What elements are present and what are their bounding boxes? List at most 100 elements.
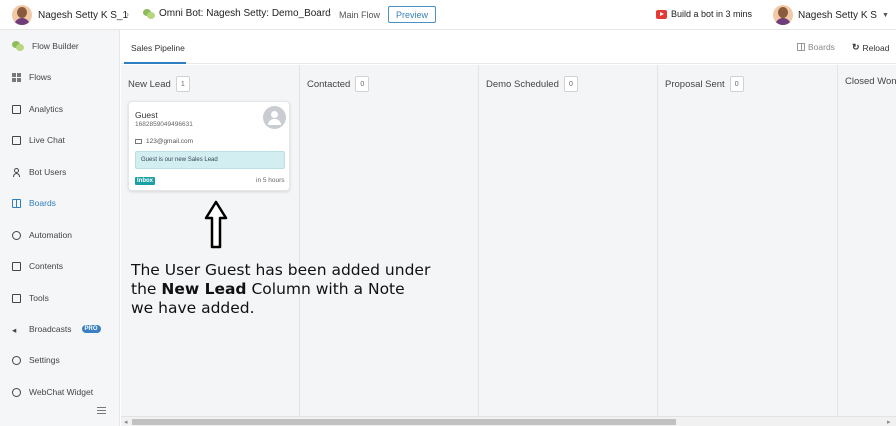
board-icon (797, 43, 805, 51)
email-icon (135, 139, 142, 144)
sidebar-item-bot-users[interactable]: Bot Users (12, 167, 66, 177)
card-email: 123@gmail.com (135, 138, 193, 145)
column-count: 0 (563, 76, 578, 92)
sidebar-item-label: Flow Builder (32, 41, 79, 51)
up-arrow-icon (204, 200, 228, 249)
column-closed-won: Closed Won (838, 65, 896, 416)
column-title: Contacted (307, 78, 351, 90)
analytics-icon (12, 104, 21, 114)
pro-badge: PRO (81, 325, 101, 333)
settings-icon (12, 355, 21, 365)
horizontal-scrollbar[interactable]: ◂ ▸ (121, 416, 896, 426)
tab-sales-pipeline[interactable]: Sales Pipeline (131, 43, 185, 53)
column-header: Closed Won (845, 76, 896, 87)
column-title: New Lead (128, 78, 171, 90)
sidebar-item-label: Broadcasts (29, 324, 72, 334)
automation-icon (12, 230, 21, 240)
kanban-board: New Lead 1 Guest 1682859049496631 123@gm… (121, 65, 896, 416)
breadcrumb-chevron-icon: › (328, 9, 331, 19)
webchat-icon (12, 387, 21, 397)
card-user-name: Guest (135, 110, 158, 120)
sidebar-item-tools[interactable]: Tools (12, 293, 49, 303)
bot-breadcrumb[interactable]: Omni Bot: Nagesh Setty: Demo_Board (143, 8, 331, 19)
boards-label: Boards (808, 42, 835, 52)
column-header: Contacted 0 (307, 76, 370, 92)
reload-button[interactable]: ↻ Reload (852, 42, 889, 53)
annotation-bold: New Lead (161, 280, 247, 298)
sidebar-item-contents[interactable]: Contents (12, 261, 63, 271)
sidebar-item-analytics[interactable]: Analytics (12, 104, 63, 114)
column-title: Proposal Sent (665, 78, 725, 90)
broadcast-icon: ◂ (12, 324, 17, 335)
grid-icon (12, 72, 21, 82)
sidebar-item-live-chat[interactable]: Live Chat (12, 135, 65, 145)
sidebar-item-label: Live Chat (29, 135, 65, 145)
profile-name: Nagesh Setty K S (798, 9, 877, 21)
column-header: New Lead 1 (128, 76, 190, 92)
top-bar: Nagesh Setty K S_1 › Omni Bot: Nagesh Se… (0, 0, 896, 30)
sidebar-item-label: Tools (29, 293, 49, 303)
scrollbar-thumb[interactable] (132, 419, 676, 425)
reload-icon: ↻ (852, 42, 860, 52)
column-header: Demo Scheduled 0 (486, 76, 578, 92)
caret-down-icon: ▼ (881, 11, 889, 19)
scroll-right-icon[interactable]: ▸ (887, 418, 891, 426)
boards-button[interactable]: Boards (797, 42, 835, 52)
sidebar-item-flows[interactable]: Flows (12, 72, 51, 82)
sidebar-item-webchat-widget[interactable]: WebChat Widget (12, 387, 93, 397)
user-icon (12, 167, 21, 177)
user-avatar-icon (263, 106, 286, 129)
sidebar-item-label: WebChat Widget (29, 387, 94, 397)
sidebar-item-label: Boards (29, 198, 56, 208)
bot-name: Omni Bot: Nagesh Setty: Demo_Board (159, 8, 331, 19)
board-icon (12, 198, 21, 208)
card-time: in 5 hours (256, 177, 285, 184)
sidebar-item-label: Flows (29, 72, 52, 82)
chat-bubbles-icon (12, 41, 24, 51)
column-count: 0 (729, 76, 744, 92)
sidebar-item-broadcasts[interactable]: ◂ Broadcasts PRO (12, 324, 101, 335)
contents-icon (12, 261, 21, 271)
card-user-id: 1682859049496631 (135, 121, 193, 128)
flow-breadcrumb[interactable]: Main Flow (339, 10, 380, 20)
menu-collapse-icon[interactable] (97, 407, 106, 414)
column-header: Proposal Sent 0 (665, 76, 744, 92)
sidebar-item-boards[interactable]: Boards (12, 198, 56, 208)
tools-icon (12, 293, 21, 303)
sidebar-item-flow-builder[interactable]: Flow Builder (12, 41, 79, 51)
breadcrumb-chevron-icon: › (126, 9, 129, 19)
sidebar-item-label: Automation (29, 230, 72, 240)
youtube-icon (656, 9, 667, 19)
live-chat-icon (12, 135, 21, 145)
card-email-text: 123@gmail.com (146, 138, 194, 145)
sidebar-item-settings[interactable]: Settings (12, 355, 60, 365)
build-bot-link[interactable]: Build a bot in 3 mins (656, 9, 752, 19)
column-title: Demo Scheduled (486, 78, 559, 90)
workspace-user-name: Nagesh Setty K S_1 (38, 9, 129, 21)
bot-icon (143, 8, 155, 19)
sidebar-item-label: Analytics (29, 104, 64, 114)
build-bot-label: Build a bot in 3 mins (671, 9, 753, 19)
sidebar: Flow Builder Flows Analytics Live Chat B… (0, 30, 120, 426)
card-note: Guest is our new Sales Lead (135, 151, 285, 169)
workspace-user[interactable]: Nagesh Setty K S_1 (12, 5, 128, 25)
scroll-left-icon[interactable]: ◂ (124, 418, 128, 426)
profile-menu[interactable]: Nagesh Setty K S ▼ (773, 5, 889, 25)
sidebar-item-automation[interactable]: Automation (12, 230, 72, 240)
sidebar-item-label: Settings (29, 355, 60, 365)
channel-badge: Inbox (135, 177, 155, 185)
column-count: 1 (175, 76, 190, 92)
profile-avatar (773, 5, 793, 25)
column-demo-scheduled: Demo Scheduled 0 (479, 65, 658, 416)
preview-button[interactable]: Preview (388, 6, 436, 23)
active-tab-indicator (124, 62, 186, 64)
sidebar-item-label: Bot Users (29, 167, 67, 177)
board-toolbar: Sales Pipeline Boards ↻ Reload (121, 31, 896, 64)
lead-card[interactable]: Guest 1682859049496631 123@gmail.com Gue… (128, 101, 290, 191)
column-count: 0 (355, 76, 370, 92)
annotation-text: The User Guest has been added under the … (131, 261, 431, 318)
column-title: Closed Won (845, 76, 896, 87)
reload-label: Reload (862, 42, 890, 53)
column-proposal-sent: Proposal Sent 0 (658, 65, 838, 416)
user-avatar (12, 5, 32, 25)
